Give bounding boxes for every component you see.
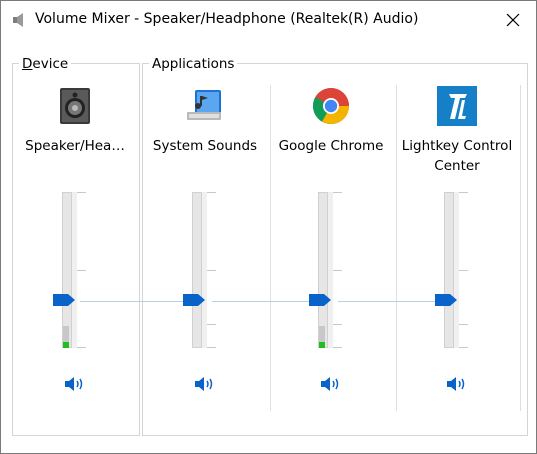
app-channel-name: Lightkey Control Center <box>401 138 513 174</box>
speaker-volume-icon <box>195 377 213 391</box>
lightkey-volume-slider[interactable] <box>435 190 477 350</box>
slider-tick <box>207 192 216 193</box>
slider-tick <box>459 324 468 325</box>
slider-thumb[interactable] <box>435 294 457 306</box>
slider-track <box>444 192 454 348</box>
mute-device-button[interactable] <box>63 374 87 394</box>
device-channel: Speaker/Hea… <box>13 84 137 414</box>
device-volume-slider[interactable] <box>53 190 95 350</box>
slider-tick <box>207 270 216 271</box>
slider-tick <box>333 324 342 325</box>
app-channel-lightkey-control-center: Lightkey Control Center <box>395 84 519 414</box>
slider-tick <box>333 270 342 271</box>
slider-track <box>62 192 72 348</box>
slider-thumb[interactable] <box>309 294 331 306</box>
lightkey-icon <box>437 86 477 126</box>
system-sounds-icon <box>187 90 221 120</box>
app-channel-google-chrome: Google Chrome <box>269 84 393 414</box>
slider-tick <box>459 347 468 348</box>
app-channel-system-sounds: System Sounds <box>143 84 267 414</box>
slider-tick <box>459 270 468 271</box>
peak-meter <box>63 342 69 348</box>
close-button[interactable] <box>490 1 536 39</box>
slider-tick <box>77 192 86 193</box>
app-channel-name: Google Chrome <box>278 138 384 154</box>
slider-thumb[interactable] <box>183 294 205 306</box>
device-group-label: Device <box>19 56 72 72</box>
device-channel-name: Speaker/Hea… <box>25 138 125 154</box>
slider-tick <box>77 347 86 348</box>
title-bar[interactable]: Volume Mixer - Speaker/Headphone (Realte… <box>1 1 536 39</box>
slider-tick <box>77 270 86 271</box>
speaker-device-icon <box>60 88 90 124</box>
system-sounds-volume-slider[interactable] <box>183 190 225 350</box>
speaker-volume-icon <box>447 377 465 391</box>
applications-group-label: Applications <box>149 56 238 72</box>
mute-google-chrome-button[interactable] <box>319 374 343 394</box>
slider-tick <box>207 324 216 325</box>
slider-track <box>318 192 328 348</box>
slider-tick <box>459 192 468 193</box>
slider-tick <box>333 192 342 193</box>
speaker-volume-icon <box>321 377 339 391</box>
mute-system-sounds-button[interactable] <box>193 374 217 394</box>
slider-tick <box>333 347 342 348</box>
window-title: Volume Mixer - Speaker/Headphone (Realte… <box>35 11 419 27</box>
speaker-volume-icon <box>65 377 83 391</box>
google-chrome-volume-slider[interactable] <box>309 190 351 350</box>
peak-meter <box>319 342 325 348</box>
app-channel-name: System Sounds <box>152 138 258 154</box>
close-icon <box>506 13 520 27</box>
speaker-icon <box>13 13 23 27</box>
slider-track <box>192 192 202 348</box>
mute-lightkey-button[interactable] <box>445 374 469 394</box>
slider-tick <box>207 347 216 348</box>
slider-thumb[interactable] <box>53 294 75 306</box>
scrollbar-edge <box>520 85 521 411</box>
chrome-icon <box>313 87 349 125</box>
